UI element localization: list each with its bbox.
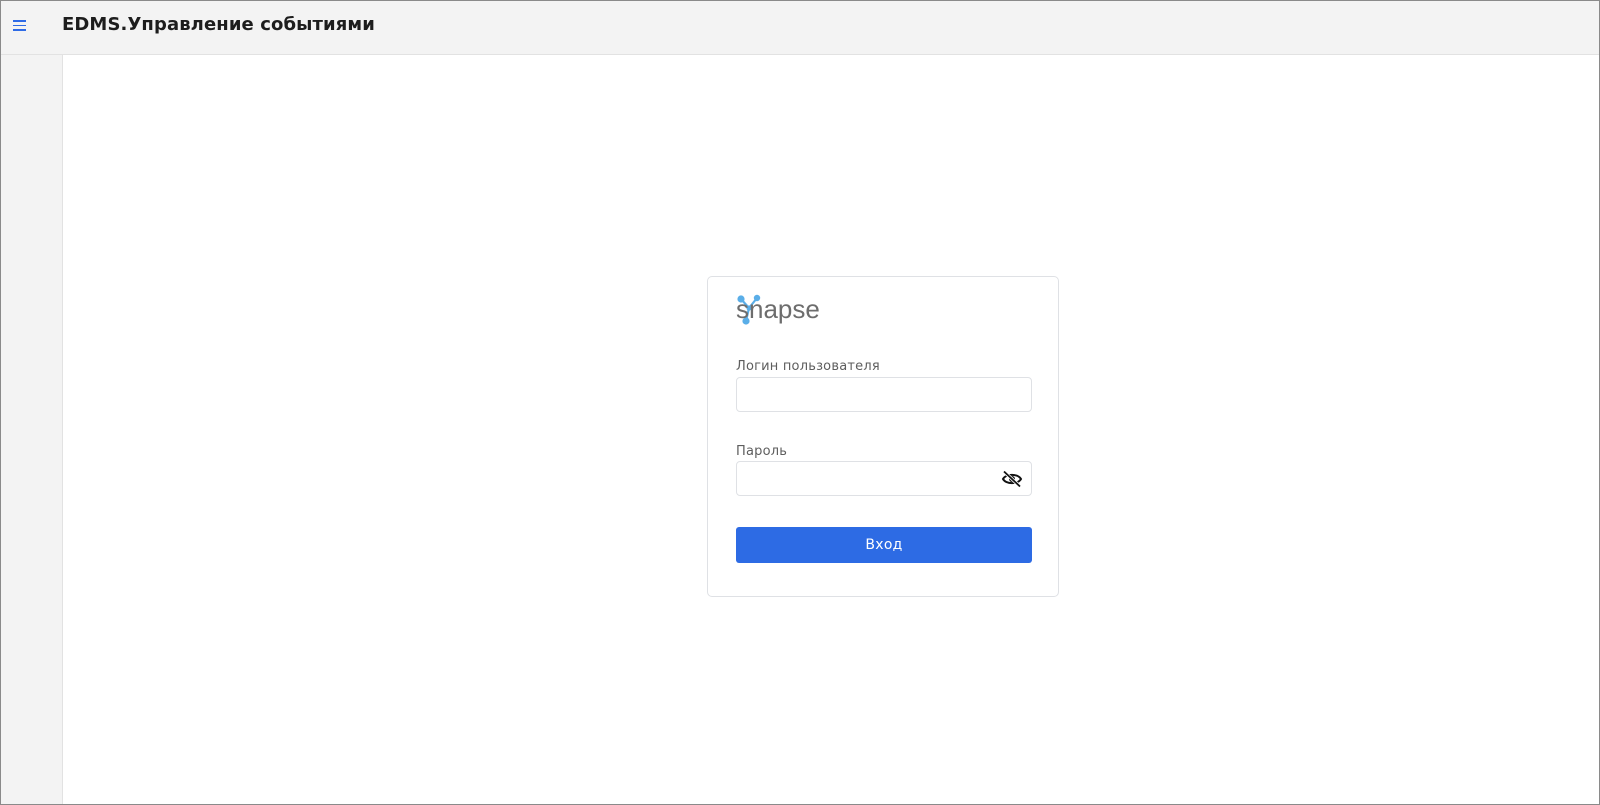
synapse-molecule-icon: snapse (736, 294, 820, 325)
synapse-logo: snapse (735, 294, 835, 330)
sidebar (1, 55, 63, 804)
eye-slash-icon[interactable] (1001, 470, 1023, 488)
login-card: snapse Логин пользователя Пароль Вход (707, 276, 1059, 597)
logo-text: snapse (736, 294, 820, 324)
app-window: EDMS.Управление событиями snapse Логин п… (0, 0, 1600, 805)
login-button[interactable]: Вход (736, 527, 1032, 563)
password-input[interactable] (736, 461, 1032, 496)
username-input[interactable] (736, 377, 1032, 412)
top-bar: EDMS.Управление событиями (1, 1, 1599, 55)
app-title: EDMS.Управление событиями (62, 14, 375, 35)
username-label: Логин пользователя (736, 359, 880, 374)
hamburger-menu-icon[interactable] (13, 17, 29, 33)
password-label: Пароль (736, 444, 788, 459)
